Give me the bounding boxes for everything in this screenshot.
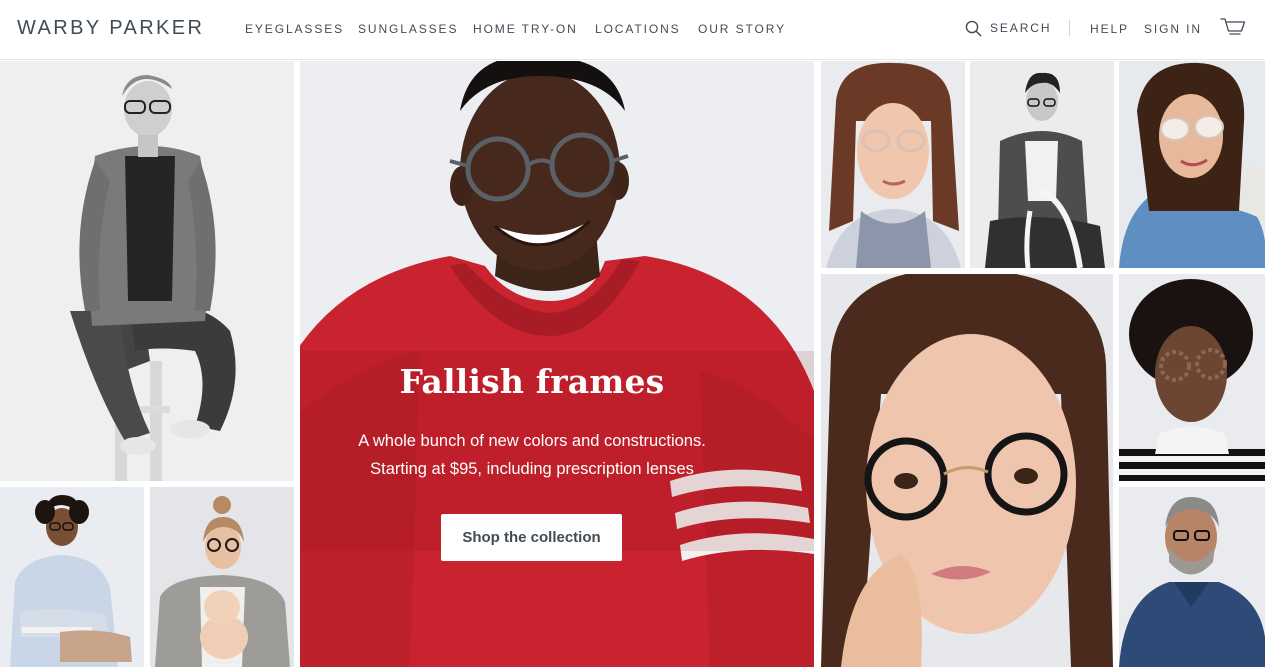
hero-subtitle-line-2: Starting at $95, including prescription … [370,460,694,478]
cart-button[interactable] [1220,17,1246,39]
photo-mother-with-baby[interactable] [150,487,294,667]
model-photo [0,487,144,667]
photo-woman-black-frames[interactable] [821,274,1113,667]
hero-title: Fallish frames [399,362,665,401]
model-photo [150,487,294,667]
search-icon [965,20,982,36]
photo-woman-sunglasses[interactable] [1119,61,1265,268]
model-photo [1119,61,1265,268]
cart-icon [1220,18,1246,35]
site-header: WARBY PARKER EYEGLASSES SUNGLASSES HOME … [0,0,1265,60]
search-label: SEARCH [990,21,1052,35]
photo-woman-tortoise-frames[interactable] [1119,274,1265,481]
photo-man-on-stool[interactable] [0,61,294,481]
warby-parker-logo[interactable]: WARBY PARKER [17,17,204,40]
search-button[interactable]: SEARCH [965,19,1051,37]
model-photo [821,274,1113,667]
model-photo [1119,274,1265,481]
photo-man-on-chair[interactable] [970,61,1114,268]
model-photo [1119,487,1265,667]
hero-subtitle-line-1: A whole bunch of new colors and construc… [358,432,706,450]
model-photo [970,61,1114,268]
shop-the-collection-button[interactable]: Shop the collection [441,514,622,561]
photo-person-on-stool[interactable] [0,487,144,667]
nav-eyeglasses[interactable]: EYEGLASSES [245,22,344,36]
nav-home-try-on[interactable]: HOME TRY-ON [473,22,578,36]
help-link[interactable]: HELP [1090,22,1129,36]
photo-man-gray-beard[interactable] [1119,487,1265,667]
model-photo [0,61,294,481]
nav-our-story[interactable]: OUR STORY [698,22,786,36]
model-photo [821,61,965,268]
photo-woman-clear-frames[interactable] [821,61,965,268]
header-divider [1069,20,1070,36]
nav-sunglasses[interactable]: SUNGLASSES [358,22,458,36]
sign-in-link[interactable]: SIGN IN [1144,22,1202,36]
nav-locations[interactable]: LOCATIONS [595,22,681,36]
